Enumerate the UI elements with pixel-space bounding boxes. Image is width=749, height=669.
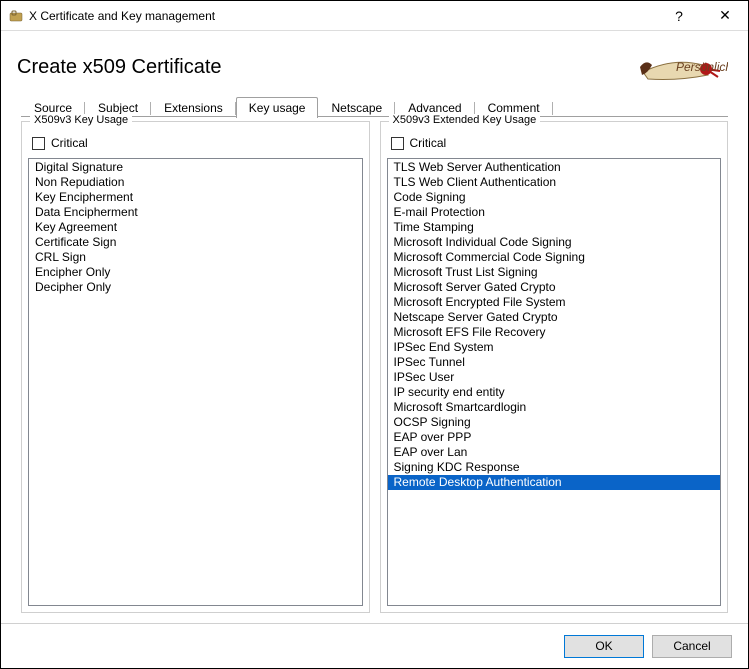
list-item[interactable]: Microsoft Individual Code Signing [388,235,721,250]
titlebar: X Certificate and Key management ? ✕ [1,1,748,31]
tab-extensions[interactable]: Extensions [151,97,236,118]
list-item[interactable]: Code Signing [388,190,721,205]
tab-key-usage[interactable]: Key usage [236,97,319,118]
list-item[interactable]: Non Repudiation [29,175,362,190]
list-item[interactable]: OCSP Signing [388,415,721,430]
checkbox-icon [391,137,404,150]
close-button[interactable]: ✕ [702,1,748,31]
key-usage-critical-label: Critical [51,136,88,150]
list-item[interactable]: Microsoft EFS File Recovery [388,325,721,340]
list-item[interactable]: TLS Web Client Authentication [388,175,721,190]
key-usage-critical-checkbox[interactable]: Critical [32,136,359,150]
tab-netscape[interactable]: Netscape [318,97,395,118]
ext-key-usage-critical-label: Critical [410,136,447,150]
checkbox-icon [32,137,45,150]
ext-key-usage-listbox[interactable]: TLS Web Server AuthenticationTLS Web Cli… [387,158,722,606]
list-item[interactable]: Time Stamping [388,220,721,235]
cancel-label: Cancel [673,639,710,653]
ok-label: OK [595,639,612,653]
footer: OK Cancel [1,623,748,668]
list-item[interactable]: TLS Web Server Authentication [388,160,721,175]
list-item[interactable]: Microsoft Server Gated Crypto [388,280,721,295]
header: Create x509 Certificate Persönliche [1,31,748,97]
ext-key-usage-group: X509v3 Extended Key Usage Critical TLS W… [380,121,729,613]
help-button[interactable]: ? [656,1,702,31]
panels: X509v3 Key Usage Critical Digital Signat… [21,121,728,613]
list-item[interactable]: IP security end entity [388,385,721,400]
list-item[interactable]: EAP over PPP [388,430,721,445]
list-item[interactable]: Key Agreement [29,220,362,235]
key-usage-listbox[interactable]: Digital SignatureNon RepudiationKey Enci… [28,158,363,606]
svg-text:Persönliche: Persönliche [676,60,728,74]
list-item[interactable]: Encipher Only [29,265,362,280]
list-item[interactable]: IPSec End System [388,340,721,355]
list-item[interactable]: Key Encipherment [29,190,362,205]
page-title: Create x509 Certificate [17,56,638,79]
list-item[interactable]: Microsoft Commercial Code Signing [388,250,721,265]
help-icon: ? [675,8,683,24]
list-item[interactable]: Data Encipherment [29,205,362,220]
list-item[interactable]: Signing KDC Response [388,460,721,475]
list-item[interactable]: CRL Sign [29,250,362,265]
app-icon [9,9,23,23]
key-usage-legend: X509v3 Key Usage [30,114,132,126]
cancel-button[interactable]: Cancel [652,635,732,658]
list-item[interactable]: Decipher Only [29,280,362,295]
list-item[interactable]: E-mail Protection [388,205,721,220]
ext-key-usage-legend: X509v3 Extended Key Usage [389,114,541,126]
ok-button[interactable]: OK [564,635,644,658]
list-item[interactable]: Microsoft Trust List Signing [388,265,721,280]
ext-key-usage-critical-checkbox[interactable]: Critical [391,136,718,150]
logo-stamp: Persönliche [638,47,728,87]
list-item[interactable]: IPSec Tunnel [388,355,721,370]
list-item[interactable]: Microsoft Encrypted File System [388,295,721,310]
list-item[interactable]: IPSec User [388,370,721,385]
list-item[interactable]: Remote Desktop Authentication [388,475,721,490]
list-item[interactable]: Netscape Server Gated Crypto [388,310,721,325]
close-icon: ✕ [719,7,731,24]
list-item[interactable]: Digital Signature [29,160,362,175]
list-item[interactable]: Certificate Sign [29,235,362,250]
list-item[interactable]: EAP over Lan [388,445,721,460]
key-usage-group: X509v3 Key Usage Critical Digital Signat… [21,121,370,613]
list-item[interactable]: Microsoft Smartcardlogin [388,400,721,415]
window-title: X Certificate and Key management [29,9,656,23]
